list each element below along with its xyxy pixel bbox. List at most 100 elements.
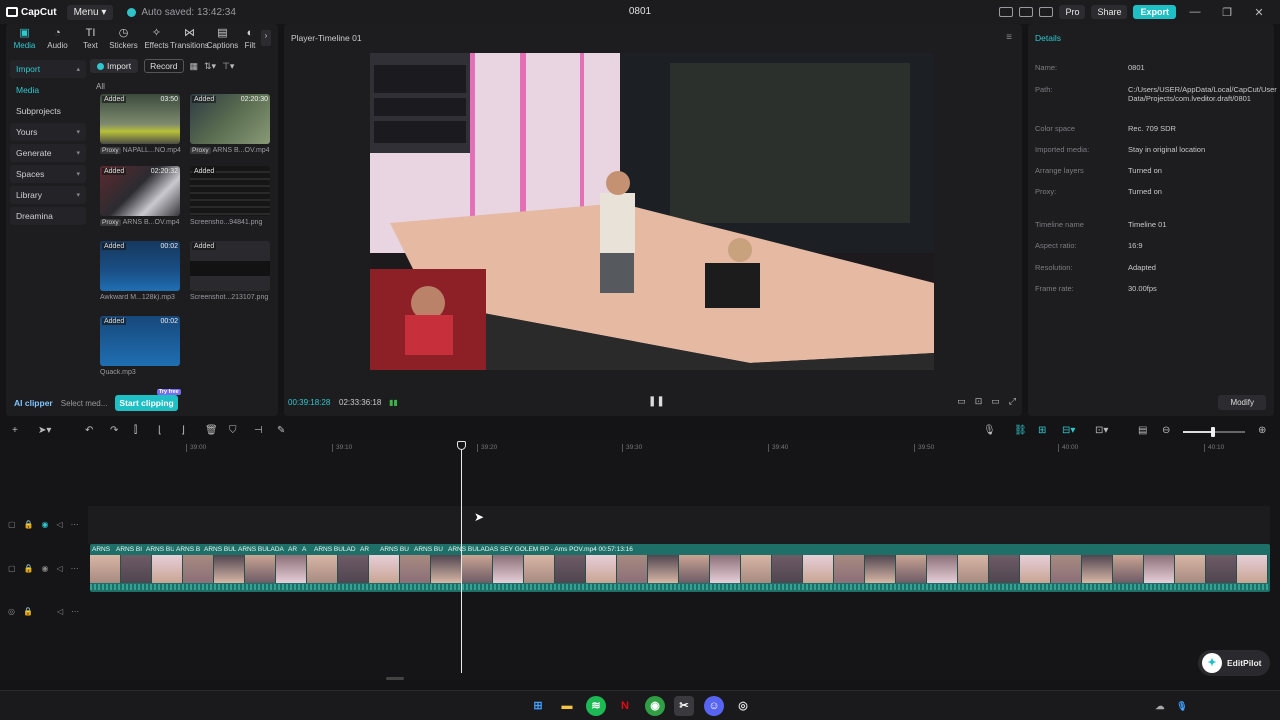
tab-text[interactable]: TI Text [74,28,107,52]
sidebar-item-generate[interactable]: Generate ▾ [10,144,86,162]
marker-icon[interactable]: ⛉ [229,425,237,436]
clip-label[interactable]: ARNS BULADAS SEY GOLEM RP - Ams POV.mp4 … [446,544,666,555]
time-ruler[interactable]: 39:00 39:10 39:20 39:30 39:40 39:50 40:0… [90,440,1270,456]
media-item[interactable]: Added 02:20:32 [100,166,180,216]
menu-icon[interactable]: ≡ [1006,32,1012,43]
zoom-slider[interactable] [1183,427,1245,437]
mic-tray-icon[interactable]: 🎙 [1172,696,1192,716]
ratio-icon[interactable]: ▭ [991,396,1000,407]
sidebar-item-media[interactable]: Media [10,81,86,99]
timeline-scrollbar[interactable] [386,677,404,680]
delete-icon[interactable]: 🗑 [205,425,218,436]
media-item[interactable]: Added [190,241,270,291]
sort-icon[interactable]: ⇅▾ [204,61,216,72]
eye-icon[interactable]: ◉ [42,564,49,573]
undo-icon[interactable]: ↶ [85,425,93,436]
empty-track[interactable] [88,506,1270,544]
pro-button[interactable]: Pro [1059,5,1086,19]
lock-icon[interactable]: 🔒 [23,607,33,616]
file-explorer-icon[interactable]: ▬ [557,696,577,716]
preview-axis-icon[interactable]: ⊡▾ [1095,425,1108,436]
cover-icon[interactable]: ▢ [8,564,16,573]
more-icon[interactable]: ⋯ [71,520,79,529]
clip-label[interactable]: ARNS [90,544,114,555]
capcut-taskbar-icon[interactable]: ✂ [674,696,694,716]
split-icon[interactable]: ⫿ [134,425,137,436]
trim-left-icon[interactable]: ⌊ [158,425,162,436]
audio-track-icon[interactable]: ◎ [8,607,15,616]
redo-icon[interactable]: ↷ [110,425,118,436]
windows-start-icon[interactable]: ⊞ [528,696,548,716]
sidebar-item-spaces[interactable]: Spaces ▾ [10,165,86,183]
clip-label[interactable]: ARNS BU [412,544,444,555]
zoom-out-icon[interactable]: ⊖ [1162,425,1170,436]
shortcuts-icon[interactable] [1019,7,1034,17]
record-button[interactable]: Record [144,59,184,73]
menu-button[interactable]: Menu ▾ [66,4,114,20]
tab-filters[interactable]: ◐ Filt [239,28,261,52]
eye-icon[interactable]: ◉ [42,520,49,529]
maximize-icon[interactable]: ❐ [1214,6,1240,19]
quality-icon[interactable]: ▭ [957,396,966,407]
obs-icon[interactable]: ◎ [733,696,753,716]
media-item[interactable]: Added [190,166,270,216]
speaker-icon[interactable]: ◁ [57,564,63,573]
clip-label[interactable]: ARNS B [174,544,202,555]
sidebar-item-subprojects[interactable]: Subprojects [10,102,86,120]
fullscreen-icon[interactable]: ⤢ [1009,396,1016,407]
import-button[interactable]: Import [90,59,139,73]
editpilot-button[interactable]: ✦ EditPilot [1198,650,1270,676]
tab-effects[interactable]: ✧ Effects [140,28,173,52]
more-icon[interactable]: ⋯ [71,564,79,573]
speaker-icon[interactable]: ◁ [57,520,63,529]
clip-label[interactable]: AR [358,544,372,555]
lock-icon[interactable]: 🔒 [24,520,34,529]
spotify-icon[interactable]: ≋ [586,696,606,716]
sidebar-item-library[interactable]: Library ▾ [10,186,86,204]
tab-stickers[interactable]: ◷ Stickers [107,28,140,52]
clip-label[interactable]: ARNS BUL [202,544,236,555]
grid-view-icon[interactable]: ▦ [190,61,199,72]
snap-icon[interactable]: ⊟▾ [1062,425,1075,436]
link-icon[interactable]: ⛓ [1014,425,1027,436]
start-clipping-button[interactable]: Start clipping Try free [115,389,181,411]
clip-label[interactable]: ARNS BULADA [236,544,286,555]
auto-cut-icon[interactable]: ✎ [277,425,285,436]
select-tool-icon[interactable]: ➤▾ [38,425,51,436]
playhead[interactable] [461,441,462,673]
layout-icon[interactable] [999,7,1014,17]
clip-label[interactable]: ARNS BI [114,544,144,555]
netflix-icon[interactable]: N [615,696,635,716]
video-preview[interactable] [370,53,934,370]
tabs-next-button[interactable]: › [261,30,271,46]
zoom-slider-handle[interactable] [1211,427,1215,437]
share-button[interactable]: Share [1091,5,1128,19]
tab-audio[interactable]: ◔ Audio [41,28,74,52]
more-icon[interactable]: ⋯ [71,607,79,616]
trim-right-icon[interactable]: ⌋ [181,425,185,436]
media-item[interactable]: Added 00:02 [100,316,180,366]
add-track-icon[interactable]: + [12,425,18,436]
feedback-icon[interactable] [1039,7,1054,17]
modify-button[interactable]: Modify [1218,395,1266,410]
tab-media[interactable]: ▣ Media [8,28,41,52]
clip-label[interactable]: AR [286,544,300,555]
sidebar-item-import[interactable]: Import ▴ [10,60,86,78]
ai-clipper-label[interactable]: AI clipper [14,398,53,408]
zoom-in-icon[interactable]: ⊕ [1258,425,1266,436]
media-item[interactable]: Added 03:50 [100,94,180,144]
media-item[interactable]: Added 00:02 [100,241,180,291]
filter-icon[interactable]: ⊤▾ [222,61,234,72]
clip-label[interactable]: ARNS BUI [144,544,174,555]
tab-captions[interactable]: ▤ Captions [206,28,239,52]
lock-icon[interactable]: 🔒 [24,564,34,573]
close-icon[interactable]: ✕ [1246,6,1272,19]
playhead-handle[interactable] [457,441,466,450]
microphone-icon[interactable]: 🎙 [983,425,996,436]
system-tray-icon[interactable]: ☁ [1150,696,1170,716]
speaker-icon[interactable]: ◁ [57,607,63,616]
clip-label[interactable]: A [300,544,312,555]
pause-button[interactable]: ❚❚ [648,396,665,407]
magnet-icon[interactable]: ⊞ [1038,425,1046,436]
snapshot-icon[interactable]: ⊡ [975,396,983,407]
